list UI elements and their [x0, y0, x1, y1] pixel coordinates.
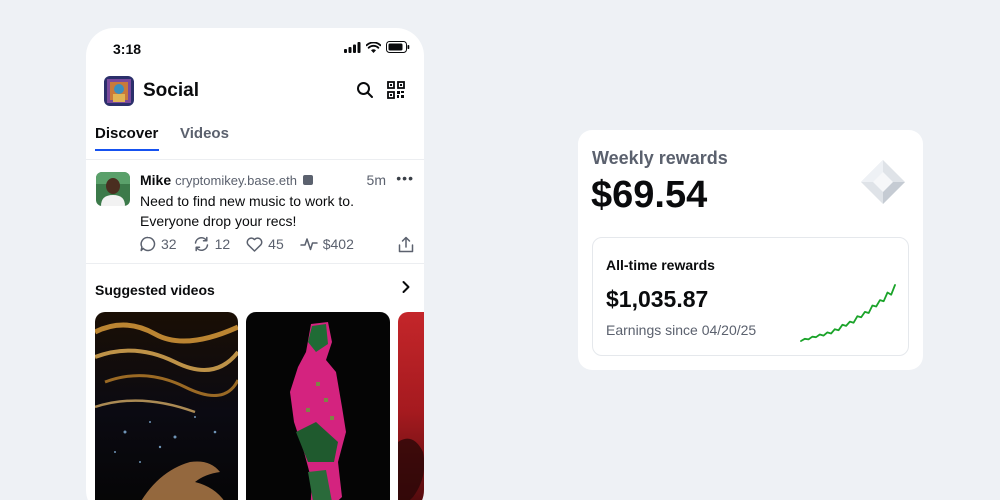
earnings-sparkline: [800, 284, 896, 342]
suggested-videos-section: Suggested videos: [86, 264, 424, 500]
status-time: 3:18: [113, 41, 142, 57]
earnings-since-text: Earnings since 04/20/25: [606, 322, 757, 338]
rewards-card: Weekly rewards $69.54 All-time rewards $…: [578, 130, 923, 370]
signal-icon: [344, 41, 361, 53]
like-button[interactable]: 45: [246, 236, 284, 252]
video-thumbnail[interactable]: [246, 312, 390, 500]
section-title: Suggested videos: [95, 282, 215, 298]
activity-icon: [299, 238, 318, 251]
more-options-button[interactable]: •••: [396, 170, 414, 186]
sparkline-series: [800, 284, 896, 342]
post-timestamp: 5m: [366, 172, 386, 188]
tips-button[interactable]: $402: [299, 236, 354, 252]
recast-icon: [194, 236, 208, 252]
weekly-rewards-amount: $69.54: [591, 174, 708, 216]
reply-button[interactable]: 32: [140, 236, 177, 252]
alltime-rewards-amount: $1,035.87: [606, 286, 709, 312]
post-actions: 32 12 45 $402: [140, 236, 370, 252]
alltime-rewards-panel: All-time rewards $1,035.87 Earnings sinc…: [592, 237, 909, 356]
reply-count: 32: [161, 236, 177, 252]
search-icon: [357, 82, 373, 98]
phone-screen: 3:18 Social Discover Videos Mike cryptom…: [86, 28, 424, 500]
qr-code-icon: [387, 81, 405, 99]
share-icon: [398, 236, 414, 253]
heart-icon: [246, 236, 263, 252]
rewards-logo-icon: [859, 158, 907, 211]
status-icons: [344, 41, 410, 53]
tips-amount: $402: [322, 236, 354, 252]
wifi-icon: [366, 41, 381, 53]
battery-icon: [386, 41, 410, 53]
weekly-rewards-label: Weekly rewards: [592, 148, 728, 168]
post-author[interactable]: Mike cryptomikey.base.eth: [140, 172, 313, 188]
recast-count: 12: [214, 236, 231, 252]
comment-icon: [140, 236, 156, 252]
search-button[interactable]: [354, 79, 376, 101]
tab-discover[interactable]: Discover: [95, 125, 158, 142]
tab-videos[interactable]: Videos: [180, 125, 229, 142]
badge-icon: [303, 175, 313, 185]
feed-post[interactable]: Mike cryptomikey.base.eth 5m ••• Need to…: [86, 160, 424, 264]
app-header: Social: [86, 72, 424, 120]
video-thumbnail[interactable]: [95, 312, 238, 500]
qr-code-button[interactable]: [385, 79, 407, 101]
share-button[interactable]: [398, 236, 414, 258]
recast-button[interactable]: 12: [193, 236, 231, 252]
post-text: Need to find new music to work to. Every…: [140, 193, 354, 229]
chevron-right-icon: [402, 281, 410, 293]
author-name[interactable]: Mike: [140, 172, 171, 188]
like-count: 45: [268, 236, 284, 252]
alltime-rewards-label: All-time rewards: [606, 257, 715, 273]
app-logo: [104, 76, 134, 106]
video-thumbnail[interactable]: [398, 312, 424, 500]
author-handle[interactable]: cryptomikey.base.eth: [175, 173, 297, 188]
tab-bar: Discover Videos: [86, 120, 424, 160]
avatar[interactable]: [96, 172, 130, 206]
app-title: Social: [143, 80, 199, 101]
status-bar: 3:18: [86, 28, 424, 72]
see-all-button[interactable]: [400, 280, 412, 299]
active-tab-indicator: [95, 149, 159, 151]
